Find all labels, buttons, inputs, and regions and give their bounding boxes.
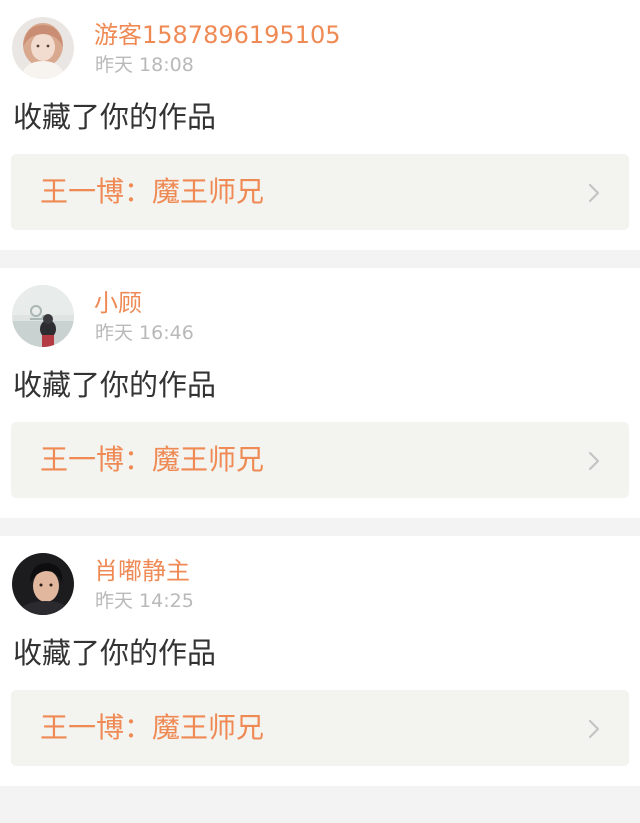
work-title: 王一博：魔王师兄 xyxy=(40,443,265,476)
timestamp: 昨天 18:08 xyxy=(95,54,194,76)
chevron-right-icon xyxy=(587,718,601,740)
action-text: 收藏了你的作品 xyxy=(13,100,217,134)
chevron-right-icon xyxy=(587,450,601,472)
avatar[interactable] xyxy=(12,285,74,347)
notification-card: 游客1587896195105 昨天 18:08 收藏了你的作品 王一博：魔王师… xyxy=(0,0,640,250)
work-link[interactable]: 王一博：魔王师兄 xyxy=(11,422,629,498)
notification-feed: 游客1587896195105 昨天 18:08 收藏了你的作品 王一博：魔王师… xyxy=(0,0,640,786)
action-text: 收藏了你的作品 xyxy=(13,368,217,402)
avatar-image xyxy=(12,285,74,347)
chevron-right-icon xyxy=(587,182,601,204)
notification-card: 小顾 昨天 16:46 收藏了你的作品 王一博：魔王师兄 xyxy=(0,268,640,518)
username[interactable]: 小顾 xyxy=(94,287,142,319)
notification-card: 肖嘟静主 昨天 14:25 收藏了你的作品 王一博：魔王师兄 xyxy=(0,536,640,786)
avatar[interactable] xyxy=(12,553,74,615)
work-title: 王一博：魔王师兄 xyxy=(40,175,265,208)
timestamp: 昨天 16:46 xyxy=(95,322,194,344)
work-link[interactable]: 王一博：魔王师兄 xyxy=(11,154,629,230)
avatar[interactable] xyxy=(12,17,74,79)
username[interactable]: 游客1587896195105 xyxy=(94,19,341,51)
username[interactable]: 肖嘟静主 xyxy=(94,555,190,587)
action-text: 收藏了你的作品 xyxy=(13,636,217,670)
avatar-image xyxy=(12,17,74,79)
avatar-image xyxy=(12,553,74,615)
work-title: 王一博：魔王师兄 xyxy=(40,711,265,744)
work-link[interactable]: 王一博：魔王师兄 xyxy=(11,690,629,766)
timestamp: 昨天 14:25 xyxy=(95,590,194,612)
